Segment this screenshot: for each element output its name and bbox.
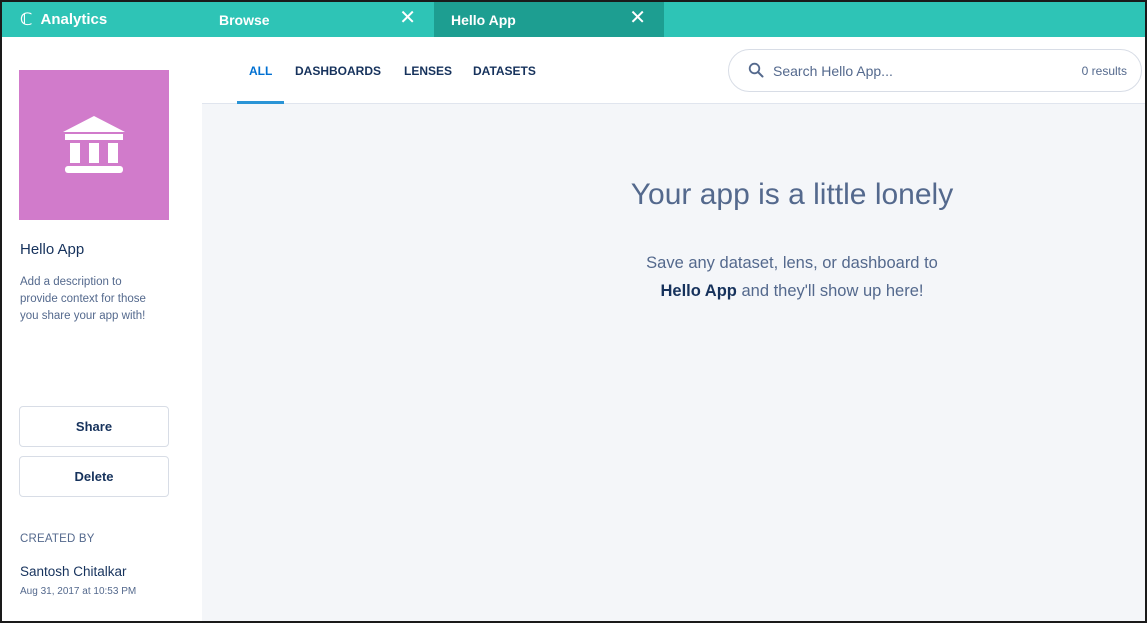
close-icon[interactable]: ✕ — [629, 8, 646, 28]
empty-state-line2: Hello App and they'll show up here! — [202, 277, 1145, 305]
empty-state-line2-suffix: and they'll show up here! — [736, 282, 924, 300]
empty-state-message: Save any dataset, lens, or dashboard to … — [202, 249, 1145, 305]
tab-dashboards[interactable]: DASHBOARDS — [295, 64, 381, 78]
tab-hello-app-label: Hello App — [451, 11, 516, 28]
close-icon[interactable]: ✕ — [399, 8, 416, 28]
search-box[interactable]: 0 results — [728, 49, 1142, 92]
app-sidebar: Hello App Add a description to provide c… — [2, 37, 202, 621]
app-name: Hello App — [20, 241, 85, 258]
window-frame: ℂ Analytics Browse ✕ Hello App ✕ Hello A… — [0, 0, 1147, 623]
empty-state-line1: Save any dataset, lens, or dashboard to — [646, 254, 938, 272]
delete-button[interactable]: Delete — [19, 456, 169, 497]
search-icon — [748, 62, 764, 78]
tab-all[interactable]: ALL — [249, 64, 272, 78]
app-icon-tile — [19, 70, 169, 220]
tab-datasets[interactable]: DATASETS — [473, 64, 536, 78]
top-bar: ℂ Analytics Browse ✕ Hello App ✕ — [2, 2, 1145, 37]
brand-label: Analytics — [40, 11, 108, 28]
results-count: 0 results — [1081, 64, 1127, 78]
tab-browse-label: Browse — [219, 11, 270, 28]
tab-lenses[interactable]: LENSES — [404, 64, 452, 78]
empty-state-app-name: Hello App — [660, 282, 737, 300]
analytics-brand[interactable]: ℂ Analytics — [20, 2, 107, 37]
created-date: Aug 31, 2017 at 10:53 PM — [20, 586, 137, 597]
creator-name: Santosh Chitalkar — [20, 564, 127, 579]
filter-tabs: ALL DASHBOARDS LENSES DATASETS 0 results — [202, 37, 1145, 104]
share-button[interactable]: Share — [19, 406, 169, 447]
empty-state-title: Your app is a little lonely — [630, 178, 954, 211]
search-input[interactable] — [773, 61, 1043, 81]
main-content: ALL DASHBOARDS LENSES DATASETS 0 results… — [202, 37, 1145, 621]
created-by-label: CREATED BY — [20, 533, 95, 545]
analytics-logo-icon: ℂ — [20, 9, 33, 29]
tab-browse[interactable]: Browse ✕ — [202, 2, 434, 37]
bank-icon — [63, 116, 125, 173]
tab-hello-app[interactable]: Hello App ✕ — [434, 2, 664, 37]
app-description[interactable]: Add a description to provide context for… — [20, 274, 155, 325]
active-tab-indicator — [237, 101, 284, 104]
